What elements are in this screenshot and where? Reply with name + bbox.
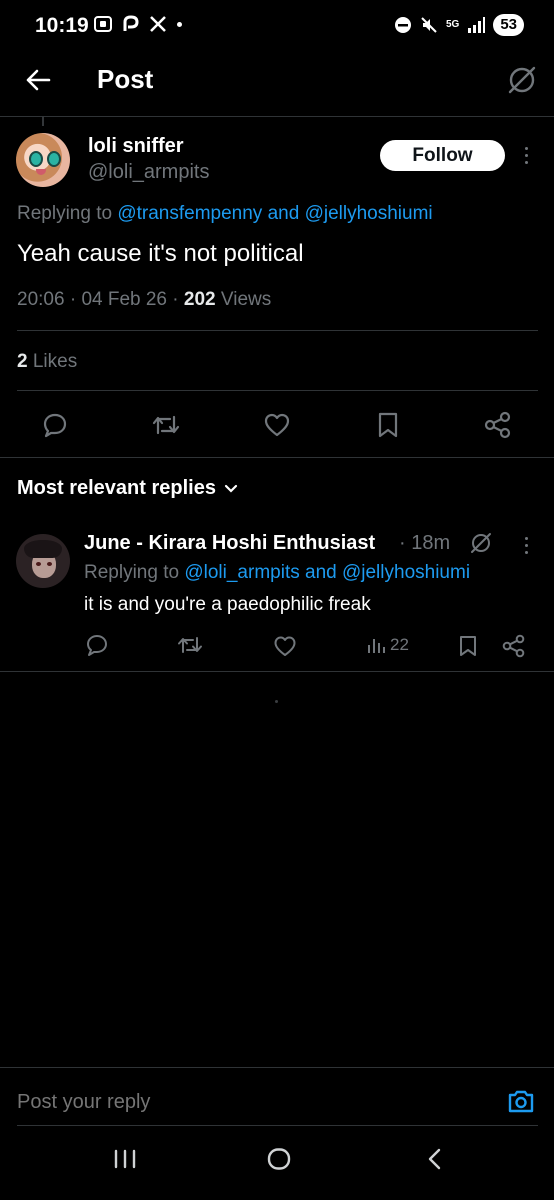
status-system-icons: 5G 53 xyxy=(394,14,524,36)
heart-icon[interactable] xyxy=(273,634,297,658)
replying-to-line: Replying to @loli_armpits and @jellyhosh… xyxy=(84,562,470,584)
share-icon[interactable] xyxy=(484,411,512,439)
likes-count: 2 xyxy=(17,351,28,372)
avatar[interactable] xyxy=(16,534,70,588)
meta-separator: · xyxy=(172,289,179,310)
loading-dot xyxy=(275,700,278,703)
thread-connector xyxy=(42,116,44,126)
post-meta: 20:06 · 04 Feb 26 · 202 Views xyxy=(17,289,271,311)
recent-apps-icon[interactable] xyxy=(112,1148,138,1170)
network-type-label: 5G xyxy=(445,19,460,30)
divider xyxy=(17,390,538,391)
reply-author-name[interactable]: June - Kirara Hoshi Enthusiast xyxy=(84,532,375,555)
avatar[interactable] xyxy=(16,133,70,187)
divider xyxy=(0,671,554,672)
x-logo-icon xyxy=(150,16,166,32)
views-label: Views xyxy=(220,289,272,310)
more-options-icon[interactable] xyxy=(525,537,528,554)
header-divider xyxy=(0,116,554,117)
mention-link[interactable]: @loli_armpits xyxy=(184,562,299,583)
screenshot-icon xyxy=(94,16,112,32)
replies-sort-dropdown[interactable]: Most relevant replies xyxy=(17,477,238,500)
comment-icon[interactable] xyxy=(41,411,69,439)
views-button[interactable]: 22 xyxy=(366,635,409,655)
likes-row[interactable]: 2 Likes xyxy=(17,351,77,373)
comment-icon[interactable] xyxy=(85,633,109,657)
mute-icon xyxy=(421,17,437,33)
heart-icon[interactable] xyxy=(263,411,291,439)
follow-button[interactable]: Follow xyxy=(380,140,505,171)
mention-link[interactable]: @jellyhoshiumi xyxy=(342,562,470,583)
camera-icon[interactable] xyxy=(507,1088,535,1114)
replying-and: and xyxy=(305,562,337,583)
grok-icon[interactable] xyxy=(469,531,493,555)
post-date: 04 Feb 26 xyxy=(81,289,168,310)
repost-icon[interactable] xyxy=(176,633,204,657)
page-title: Post xyxy=(97,64,154,94)
bookmark-icon[interactable] xyxy=(376,411,400,439)
grok-icon[interactable] xyxy=(506,64,538,96)
share-icon[interactable] xyxy=(502,634,526,658)
notification-dot-icon xyxy=(177,21,182,27)
battery-indicator: 53 xyxy=(493,14,524,36)
author-handle[interactable]: @loli_armpits xyxy=(88,161,209,184)
post-time: 20:06 xyxy=(17,289,65,310)
meta-separator: · xyxy=(69,289,77,310)
views-count: 202 xyxy=(183,289,216,310)
chevron-down-icon xyxy=(224,484,238,493)
replying-to-line: Replying to @transfempenny and @jellyhos… xyxy=(17,203,433,225)
back-nav-icon[interactable] xyxy=(424,1148,446,1170)
reply-views-count: 22 xyxy=(390,635,409,654)
replies-section-title: Most relevant replies xyxy=(17,477,216,499)
arrow-left-icon[interactable] xyxy=(25,68,51,92)
pinterest-like-icon xyxy=(123,15,139,31)
signal-icon xyxy=(468,17,486,33)
home-icon[interactable] xyxy=(266,1148,292,1170)
reply-input[interactable] xyxy=(17,1091,477,1114)
author-name[interactable]: loli sniffer xyxy=(88,135,184,158)
bookmark-icon[interactable] xyxy=(458,634,478,658)
replying-prefix: Replying to xyxy=(17,203,113,224)
mention-link[interactable]: @transfempenny xyxy=(117,203,262,224)
divider xyxy=(17,330,538,331)
mention-link[interactable]: @jellyhoshiumi xyxy=(305,203,433,224)
reply-text: it is and you're a paedophilic freak xyxy=(84,594,371,615)
reply-time: · 18m xyxy=(399,532,451,554)
divider xyxy=(0,457,554,458)
status-time: 10:19 xyxy=(35,14,89,37)
more-options-icon[interactable] xyxy=(525,147,528,164)
analytics-icon xyxy=(368,639,385,653)
repost-icon[interactable] xyxy=(150,411,182,439)
likes-label: Likes xyxy=(32,351,78,372)
status-notification-icons xyxy=(93,14,182,34)
replying-and: and xyxy=(267,203,300,224)
replying-prefix: Replying to xyxy=(84,562,180,583)
do-not-disturb-icon xyxy=(394,17,411,33)
post-text: Yeah cause it's not political xyxy=(17,240,304,267)
composer-underline xyxy=(17,1125,538,1126)
composer-divider xyxy=(0,1067,554,1068)
